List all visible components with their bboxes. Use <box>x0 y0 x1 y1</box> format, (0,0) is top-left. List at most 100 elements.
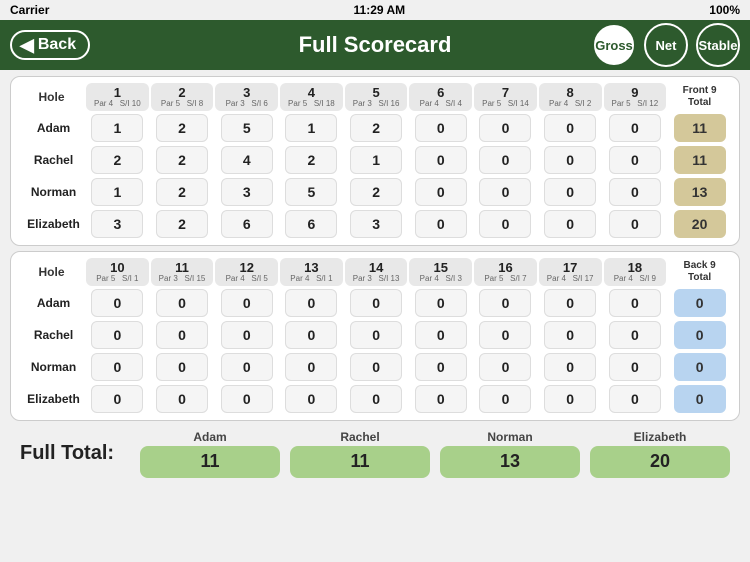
front9-score-2-4[interactable]: 2 <box>345 177 408 207</box>
hole-7-header: 7Par 5 S/I 14 <box>474 83 537 111</box>
back9-score-0-2[interactable]: 0 <box>215 288 278 318</box>
front9-score-1-0[interactable]: 2 <box>86 145 149 175</box>
back9-score-2-4[interactable]: 0 <box>345 352 408 382</box>
back9-score-1-1[interactable]: 0 <box>151 320 214 350</box>
full-total-label: Full Total: <box>20 442 140 465</box>
front9-score-3-8[interactable]: 0 <box>604 209 667 239</box>
front9-score-0-1[interactable]: 2 <box>151 113 214 143</box>
front9-score-2-7[interactable]: 0 <box>539 177 602 207</box>
back9-score-1-3[interactable]: 0 <box>280 320 343 350</box>
gross-mode-button[interactable]: Gross <box>592 23 636 67</box>
back9-score-2-7[interactable]: 0 <box>539 352 602 382</box>
back9-score-2-8[interactable]: 0 <box>604 352 667 382</box>
page-title: Full Scorecard <box>299 32 452 58</box>
table-row: Adam12512000011 <box>19 113 731 143</box>
front9-score-3-1[interactable]: 2 <box>151 209 214 239</box>
back9-score-0-7[interactable]: 0 <box>539 288 602 318</box>
back9-score-3-8[interactable]: 0 <box>604 384 667 414</box>
back9-score-3-0[interactable]: 0 <box>86 384 149 414</box>
front9-score-2-0[interactable]: 1 <box>86 177 149 207</box>
back9-score-3-3[interactable]: 0 <box>280 384 343 414</box>
full-total-score-3: 20 <box>590 446 730 478</box>
front9-score-1-7[interactable]: 0 <box>539 145 602 175</box>
back9-score-1-0[interactable]: 0 <box>86 320 149 350</box>
front9-score-1-3[interactable]: 2 <box>280 145 343 175</box>
front9-score-3-3[interactable]: 6 <box>280 209 343 239</box>
back-chevron-icon: ◀ <box>20 36 34 54</box>
front9-score-2-5[interactable]: 0 <box>409 177 472 207</box>
back9-score-3-6[interactable]: 0 <box>474 384 537 414</box>
front9-score-1-8[interactable]: 0 <box>604 145 667 175</box>
front9-score-3-5[interactable]: 0 <box>409 209 472 239</box>
full-total-name-3: Elizabeth <box>634 430 687 444</box>
front9-score-2-8[interactable]: 0 <box>604 177 667 207</box>
front9-total-3: 20 <box>668 209 731 239</box>
back9-score-1-2[interactable]: 0 <box>215 320 278 350</box>
front9-score-0-8[interactable]: 0 <box>604 113 667 143</box>
front9-score-0-6[interactable]: 0 <box>474 113 537 143</box>
back9-score-3-1[interactable]: 0 <box>151 384 214 414</box>
back9-score-0-3[interactable]: 0 <box>280 288 343 318</box>
full-total-player-1: Rachel11 <box>290 430 430 478</box>
front9-score-3-2[interactable]: 6 <box>215 209 278 239</box>
hole-9-header: 9Par 5 S/I 12 <box>604 83 667 111</box>
back9-player-name-2: Norman <box>19 352 84 382</box>
front9-score-3-4[interactable]: 3 <box>345 209 408 239</box>
front9-score-0-7[interactable]: 0 <box>539 113 602 143</box>
back9-score-3-2[interactable]: 0 <box>215 384 278 414</box>
full-total-score-2: 13 <box>440 446 580 478</box>
hole-16-header: 16Par 5 S/I 7 <box>474 258 537 286</box>
stable-mode-button[interactable]: Stable <box>696 23 740 67</box>
back9-score-2-2[interactable]: 0 <box>215 352 278 382</box>
front9-score-1-5[interactable]: 0 <box>409 145 472 175</box>
back9-score-3-7[interactable]: 0 <box>539 384 602 414</box>
front9-score-1-1[interactable]: 2 <box>151 145 214 175</box>
back9-score-0-8[interactable]: 0 <box>604 288 667 318</box>
front9-player-name-0: Adam <box>19 113 84 143</box>
back-label: Back <box>38 36 76 54</box>
header: ◀ Back Full Scorecard Gross Net Stable <box>0 20 750 70</box>
front9-total-0: 11 <box>668 113 731 143</box>
back9-score-3-4[interactable]: 0 <box>345 384 408 414</box>
front9-score-2-2[interactable]: 3 <box>215 177 278 207</box>
net-mode-button[interactable]: Net <box>644 23 688 67</box>
battery-label: 100% <box>709 3 740 17</box>
back9-score-1-5[interactable]: 0 <box>409 320 472 350</box>
back9-score-2-0[interactable]: 0 <box>86 352 149 382</box>
front9-score-0-2[interactable]: 5 <box>215 113 278 143</box>
back9-score-0-6[interactable]: 0 <box>474 288 537 318</box>
back9-score-3-5[interactable]: 0 <box>409 384 472 414</box>
hole-18-header: 18Par 4 S/I 9 <box>604 258 667 286</box>
front9-score-1-2[interactable]: 4 <box>215 145 278 175</box>
back9-score-1-7[interactable]: 0 <box>539 320 602 350</box>
back9-section: Hole 10Par 5 S/I 1 11Par 3 S/I 15 12Par … <box>10 251 740 421</box>
front9-score-2-1[interactable]: 2 <box>151 177 214 207</box>
front9-score-1-6[interactable]: 0 <box>474 145 537 175</box>
back9-score-2-1[interactable]: 0 <box>151 352 214 382</box>
front9-score-3-7[interactable]: 0 <box>539 209 602 239</box>
back9-score-0-0[interactable]: 0 <box>86 288 149 318</box>
hole-4-header: 4Par 5 S/I 18 <box>280 83 343 111</box>
front9-score-3-6[interactable]: 0 <box>474 209 537 239</box>
back9-score-0-1[interactable]: 0 <box>151 288 214 318</box>
front9-score-0-3[interactable]: 1 <box>280 113 343 143</box>
front9-score-2-3[interactable]: 5 <box>280 177 343 207</box>
front9-score-1-4[interactable]: 1 <box>345 145 408 175</box>
front9-score-3-0[interactable]: 3 <box>86 209 149 239</box>
hole-14-header: 14Par 3 S/I 13 <box>345 258 408 286</box>
back9-score-2-3[interactable]: 0 <box>280 352 343 382</box>
front9-score-0-5[interactable]: 0 <box>409 113 472 143</box>
front9-score-0-4[interactable]: 2 <box>345 113 408 143</box>
back9-score-1-8[interactable]: 0 <box>604 320 667 350</box>
front9-score-2-6[interactable]: 0 <box>474 177 537 207</box>
back9-score-1-6[interactable]: 0 <box>474 320 537 350</box>
back9-score-2-6[interactable]: 0 <box>474 352 537 382</box>
back9-score-1-4[interactable]: 0 <box>345 320 408 350</box>
hole-1-header: 1Par 4 S/I 10 <box>86 83 149 111</box>
front9-score-0-0[interactable]: 1 <box>86 113 149 143</box>
back9-score-0-5[interactable]: 0 <box>409 288 472 318</box>
hole-13-header: 13Par 4 S/I 1 <box>280 258 343 286</box>
back-button[interactable]: ◀ Back <box>10 30 90 60</box>
back9-score-0-4[interactable]: 0 <box>345 288 408 318</box>
back9-score-2-5[interactable]: 0 <box>409 352 472 382</box>
